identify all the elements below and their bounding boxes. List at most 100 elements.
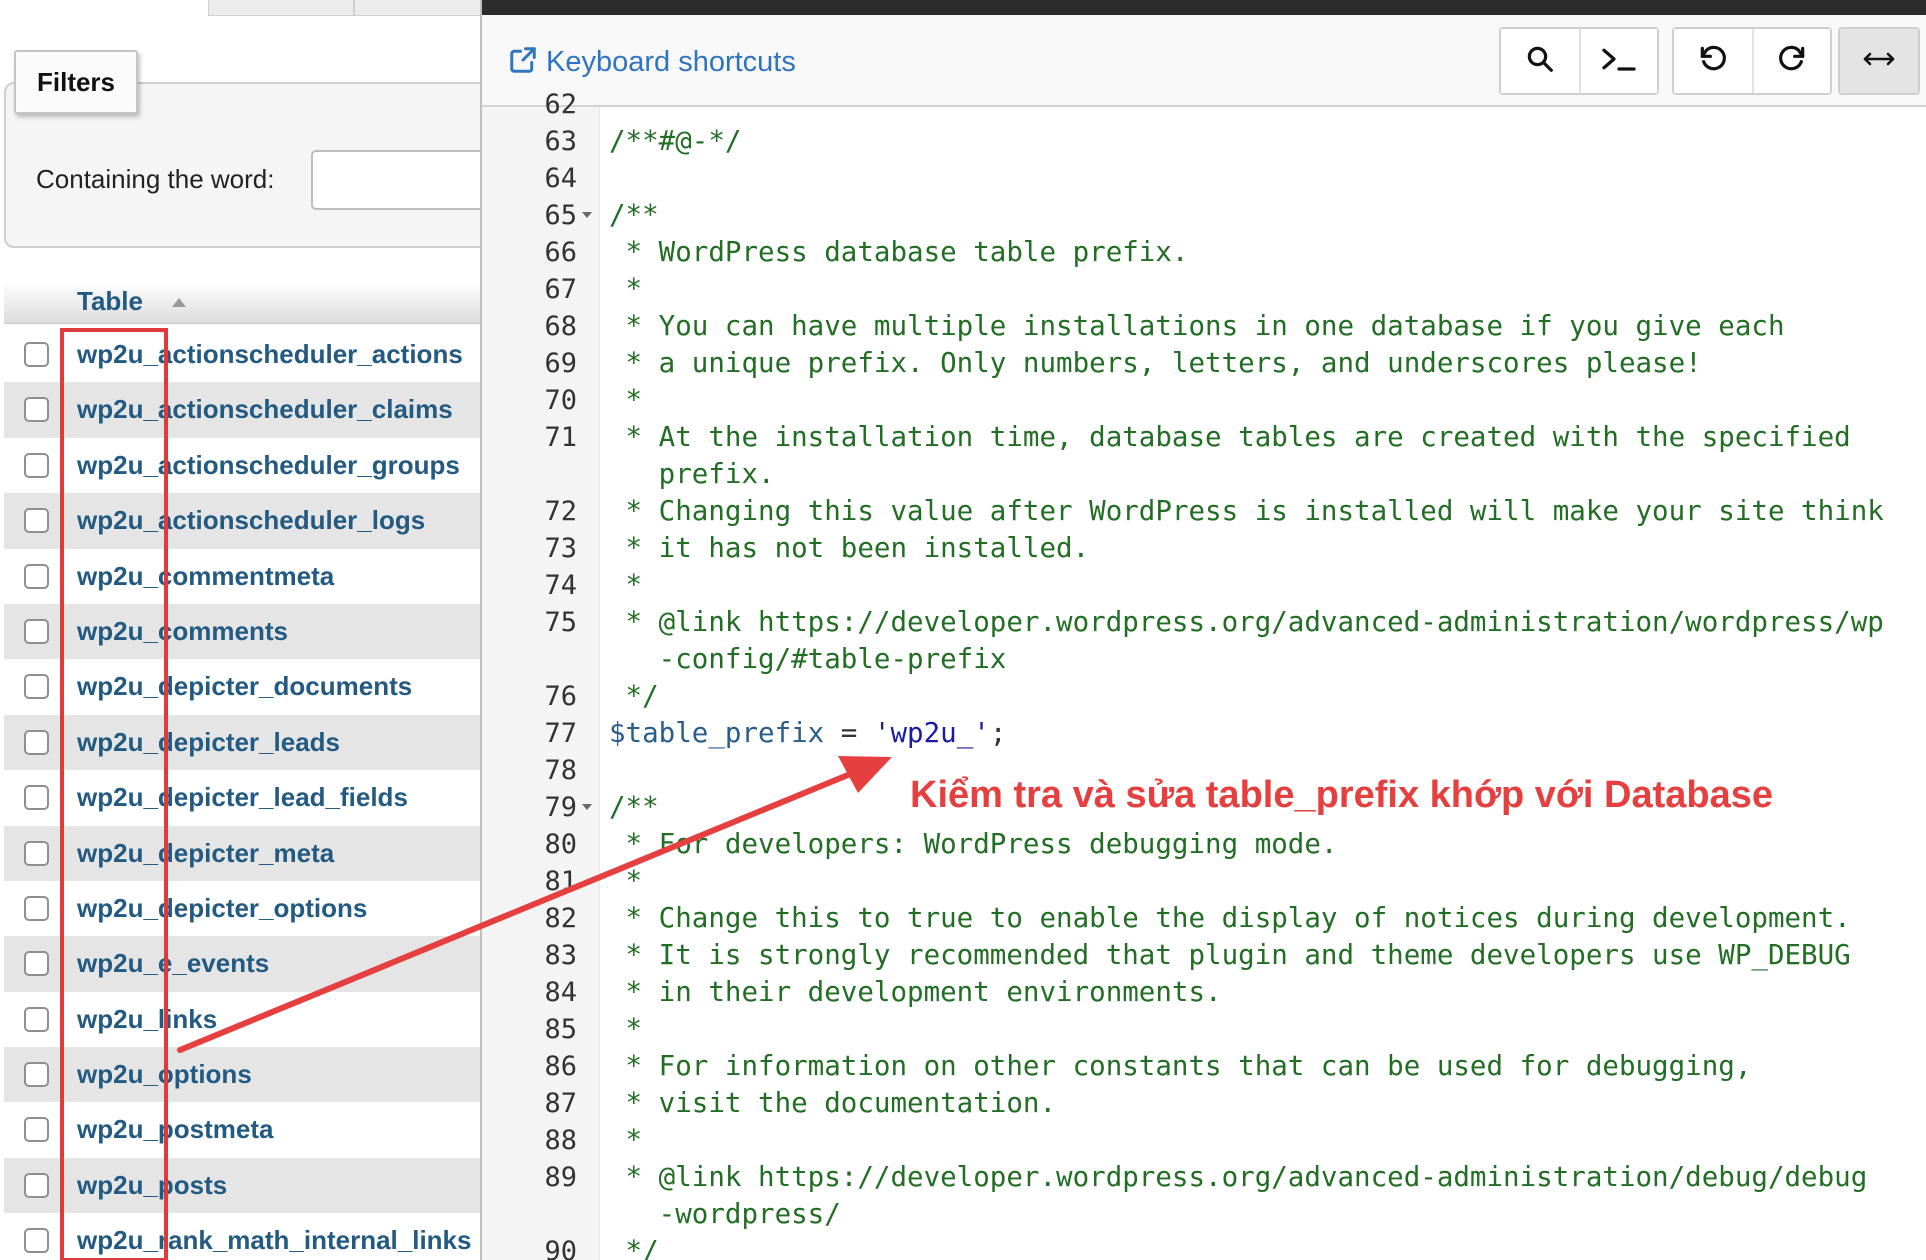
table-row[interactable]: wp2u_rank_math_internal_links bbox=[4, 1213, 480, 1260]
row-checkbox[interactable] bbox=[24, 895, 49, 921]
line-number: 84 bbox=[544, 977, 577, 1008]
table-row[interactable]: wp2u_depicter_meta bbox=[4, 825, 480, 881]
code-text: * bbox=[609, 865, 643, 897]
table-row[interactable]: wp2u_commentmeta bbox=[4, 548, 480, 604]
code-line: 67 * bbox=[482, 271, 1926, 308]
code-text: * bbox=[609, 1124, 643, 1156]
code-text: * it has not been installed. bbox=[609, 532, 1090, 564]
table-row[interactable]: wp2u_depicter_leads bbox=[4, 714, 480, 771]
row-checkbox[interactable] bbox=[24, 840, 49, 866]
external-link-icon bbox=[508, 45, 538, 80]
code-text: * For information on other constants tha… bbox=[609, 1050, 1752, 1082]
line-number: 81 bbox=[544, 866, 577, 897]
table-name-link[interactable]: wp2u_postmeta bbox=[77, 1114, 274, 1145]
filter-word-input[interactable] bbox=[311, 150, 480, 210]
command-palette-button[interactable] bbox=[1579, 29, 1657, 93]
code-line: 90 */ bbox=[482, 1233, 1926, 1260]
table-name-link[interactable]: wp2u_depicter_options bbox=[77, 893, 367, 924]
row-checkbox[interactable] bbox=[24, 508, 49, 534]
table-name-link[interactable]: wp2u_actionscheduler_logs bbox=[77, 505, 425, 536]
table-name-link[interactable]: wp2u_actionscheduler_groups bbox=[77, 450, 460, 481]
table-list: wp2u_actionscheduler_actions wp2u_actions… bbox=[4, 327, 480, 1260]
line-number: 88 bbox=[544, 1125, 577, 1156]
code-line: 89 * @link https://developer.wordpress.o… bbox=[482, 1159, 1926, 1196]
table-row[interactable]: wp2u_depicter_options bbox=[4, 880, 480, 937]
table-row[interactable]: wp2u_posts bbox=[4, 1157, 480, 1214]
table-row[interactable]: wp2u_actionscheduler_logs bbox=[4, 493, 480, 549]
row-checkbox[interactable] bbox=[24, 618, 49, 644]
line-number: 67 bbox=[544, 274, 577, 305]
search-icon bbox=[1525, 44, 1555, 79]
table-column-header[interactable]: Table bbox=[4, 282, 480, 324]
row-checkbox[interactable] bbox=[24, 1117, 49, 1143]
sort-ascending-icon[interactable] bbox=[172, 298, 186, 307]
search-button[interactable] bbox=[1501, 29, 1579, 93]
table-name-link[interactable]: wp2u_options bbox=[77, 1059, 252, 1090]
table-name-link[interactable]: wp2u_links bbox=[77, 1004, 217, 1035]
fold-toggle-icon[interactable] bbox=[582, 804, 592, 810]
code-text: * visit the documentation. bbox=[609, 1087, 1057, 1119]
table-name-link[interactable]: wp2u_posts bbox=[77, 1170, 227, 1201]
line-number: 78 bbox=[544, 755, 577, 786]
top-tab[interactable] bbox=[354, 0, 480, 16]
row-checkbox[interactable] bbox=[24, 452, 49, 478]
table-name-link[interactable]: wp2u_comments bbox=[77, 616, 288, 647]
row-checkbox[interactable] bbox=[24, 1172, 49, 1198]
table-name-link[interactable]: wp2u_actionscheduler_actions bbox=[77, 339, 463, 370]
terminal-icon bbox=[1599, 44, 1639, 79]
keyboard-shortcuts-link[interactable]: Keyboard shortcuts bbox=[508, 45, 796, 80]
code-text: * bbox=[609, 273, 643, 305]
table-name-link[interactable]: wp2u_e_events bbox=[77, 948, 269, 979]
table-row[interactable]: wp2u_actionscheduler_claims bbox=[4, 382, 480, 438]
undo-icon bbox=[1697, 43, 1729, 80]
table-name-link[interactable]: wp2u_depicter_leads bbox=[77, 727, 340, 758]
code-editor: Keyboard shortcuts 62 63 /**#@-*/ 64 65 … bbox=[480, 0, 1926, 1260]
code-content[interactable]: 62 63/**#@-*/64 65/** 66 * WordPress databa… bbox=[482, 89, 1926, 1260]
row-checkbox[interactable] bbox=[24, 342, 49, 367]
code-line: 70 * bbox=[482, 382, 1926, 419]
code-text: * a unique prefix. Only numbers, letters… bbox=[609, 347, 1702, 379]
fold-toggle-icon[interactable] bbox=[582, 212, 592, 218]
table-row[interactable]: wp2u_postmeta bbox=[4, 1102, 480, 1158]
redo-button[interactable] bbox=[1752, 29, 1830, 93]
row-checkbox[interactable] bbox=[24, 729, 49, 755]
table-name-link[interactable]: wp2u_depicter_documents bbox=[77, 671, 412, 702]
row-checkbox[interactable] bbox=[24, 674, 49, 700]
row-checkbox[interactable] bbox=[24, 951, 49, 977]
history-group bbox=[1672, 27, 1832, 95]
line-number: 85 bbox=[544, 1014, 577, 1045]
row-checkbox[interactable] bbox=[24, 397, 49, 423]
table-row[interactable]: wp2u_options bbox=[4, 1047, 480, 1103]
code-line: 76 */ bbox=[482, 678, 1926, 715]
table-row[interactable]: wp2u_depicter_documents bbox=[4, 659, 480, 715]
table-row[interactable]: wp2u_comments bbox=[4, 603, 480, 660]
row-checkbox[interactable] bbox=[24, 785, 49, 811]
undo-button[interactable] bbox=[1674, 29, 1752, 93]
row-checkbox[interactable] bbox=[24, 1006, 49, 1032]
table-row[interactable]: wp2u_actionscheduler_groups bbox=[4, 437, 480, 494]
code-line: 66 * WordPress database table prefix. bbox=[482, 234, 1926, 271]
code-text: * It is strongly recommended that plugin… bbox=[609, 939, 1851, 971]
line-number: 75 bbox=[544, 607, 577, 638]
line-number: 69 bbox=[544, 348, 577, 379]
code-text: * You can have multiple installations in… bbox=[609, 310, 1785, 342]
table-name-link[interactable]: wp2u_depicter_meta bbox=[77, 838, 334, 869]
table-name-link[interactable]: wp2u_actionscheduler_claims bbox=[77, 394, 453, 425]
table-row[interactable]: wp2u_depicter_lead_fields bbox=[4, 770, 480, 826]
code-text: -config/#table-prefix bbox=[609, 643, 1007, 675]
table-name-link[interactable]: wp2u_rank_math_internal_links bbox=[77, 1225, 471, 1256]
table-name-link[interactable]: wp2u_commentmeta bbox=[77, 561, 334, 592]
annotation-text: Kiểm tra và sửa table_prefix khớp với Da… bbox=[910, 774, 1774, 816]
row-checkbox[interactable] bbox=[24, 1062, 49, 1088]
row-checkbox[interactable] bbox=[24, 563, 49, 589]
expand-width-button[interactable] bbox=[1840, 29, 1918, 93]
table-row[interactable]: wp2u_actionscheduler_actions bbox=[4, 327, 480, 383]
keyboard-shortcuts-label[interactable]: Keyboard shortcuts bbox=[546, 46, 796, 79]
table-row[interactable]: wp2u_links bbox=[4, 991, 480, 1048]
table-name-link[interactable]: wp2u_depicter_lead_fields bbox=[77, 782, 408, 813]
table-header-label[interactable]: Table bbox=[77, 286, 143, 317]
code-line: 80 * For developers: WordPress debugging… bbox=[482, 826, 1926, 863]
top-tab[interactable] bbox=[208, 0, 354, 16]
row-checkbox[interactable] bbox=[24, 1228, 49, 1254]
table-row[interactable]: wp2u_e_events bbox=[4, 936, 480, 992]
